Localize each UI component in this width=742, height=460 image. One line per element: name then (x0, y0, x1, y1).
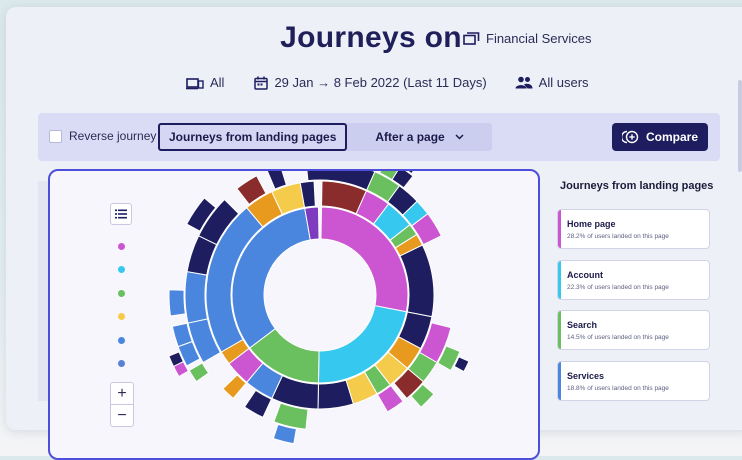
landing-page-stat: 22.3% of users landed on this page (567, 284, 669, 291)
scrollbar-thumb[interactable] (738, 80, 742, 172)
tab-after-a-page[interactable]: After a page (347, 123, 492, 151)
zoom-out-button[interactable]: − (111, 405, 133, 426)
sunburst-segment-level-4[interactable] (168, 289, 186, 317)
reverse-journey-checkbox[interactable] (49, 129, 62, 143)
landing-page-stat: 18.8% of users landed on this page (567, 385, 669, 392)
landing-pages-title: Journeys from landing pages (560, 180, 714, 192)
landing-page-stat: 28.2% of users landed on this page (567, 233, 669, 240)
landing-page-card[interactable]: Services 18.8% of users landed on this pa… (557, 361, 710, 401)
date-filter[interactable]: 29 Jan → 8 Feb 2022 (Last 11 Days) (254, 75, 487, 90)
device-filter[interactable]: All (186, 75, 224, 90)
devices-icon (186, 77, 204, 89)
landing-page-card[interactable]: Account 22.3% of users landed on this pag… (557, 260, 710, 300)
legend-dot (118, 266, 125, 274)
landing-page-name: Account (567, 270, 603, 280)
landing-page-stat: 14.5% of users landed on this page (567, 334, 669, 341)
zoom-in-button[interactable]: + (111, 383, 133, 404)
zoom-controls: + − (110, 382, 134, 427)
legend-dot (118, 313, 125, 321)
sunburst-segment-level-3[interactable] (184, 270, 209, 324)
legend-dot (118, 289, 125, 297)
journey-toolbar: Reverse journey Journeys from landing pa… (38, 113, 720, 161)
legend-dots (118, 243, 125, 383)
users-filter[interactable]: All users (515, 75, 589, 90)
users-filter-label: All users (538, 75, 589, 90)
landing-page-card[interactable]: Home page 28.2% of users landed on this p… (557, 209, 710, 249)
landing-page-color-bar (558, 210, 561, 248)
device-filter-label: All (210, 75, 225, 90)
sunburst-segment-level-4[interactable] (188, 362, 210, 383)
landing-page-name: Services (567, 371, 605, 381)
sunburst-segment-level-3[interactable] (266, 171, 288, 190)
reverse-journey-label: Reverse journey (69, 129, 157, 143)
legend-dot (118, 243, 125, 250)
chevron-down-icon (455, 134, 464, 140)
legend-dot (118, 336, 125, 344)
page-title-text: Journeys on (280, 21, 462, 54)
page-title: Journeys on (0, 21, 742, 55)
journey-mode-switch: Journeys from landing pages After a page (158, 123, 492, 151)
list-icon (115, 209, 127, 219)
date-filter-label: 29 Jan → 8 Feb 2022 (Last 11 Days) (274, 75, 487, 90)
calendar-icon (254, 76, 269, 90)
legend-toggle-button[interactable] (110, 203, 132, 225)
landing-page-color-bar (558, 362, 561, 400)
compare-plus-icon (621, 130, 639, 144)
users-icon (515, 76, 533, 89)
filter-bar: All 29 Jan → 8 Feb 2022 (Last 11 Days) A… (186, 75, 589, 90)
legend-dot (118, 359, 125, 367)
workspace-name: Financial Services (486, 31, 592, 46)
landing-page-name: Search (567, 320, 598, 330)
tab-after-a-page-label: After a page (375, 130, 445, 144)
reverse-journey-toggle[interactable]: Reverse journey (49, 129, 156, 143)
workspace-selector[interactable]: Financial Services (463, 31, 592, 46)
compare-button[interactable]: Compare (611, 123, 708, 151)
compare-button-label: Compare (645, 130, 698, 144)
landing-page-color-bar (558, 261, 561, 299)
window-icon (463, 31, 480, 45)
landing-page-name: Home page (567, 219, 616, 229)
landing-page-card[interactable]: Search 14.5% of users landed on this page (557, 310, 710, 350)
sunburst-panel: + − (48, 169, 540, 460)
tab-landing-pages[interactable]: Journeys from landing pages (158, 123, 348, 151)
landing-page-color-bar (558, 311, 561, 349)
